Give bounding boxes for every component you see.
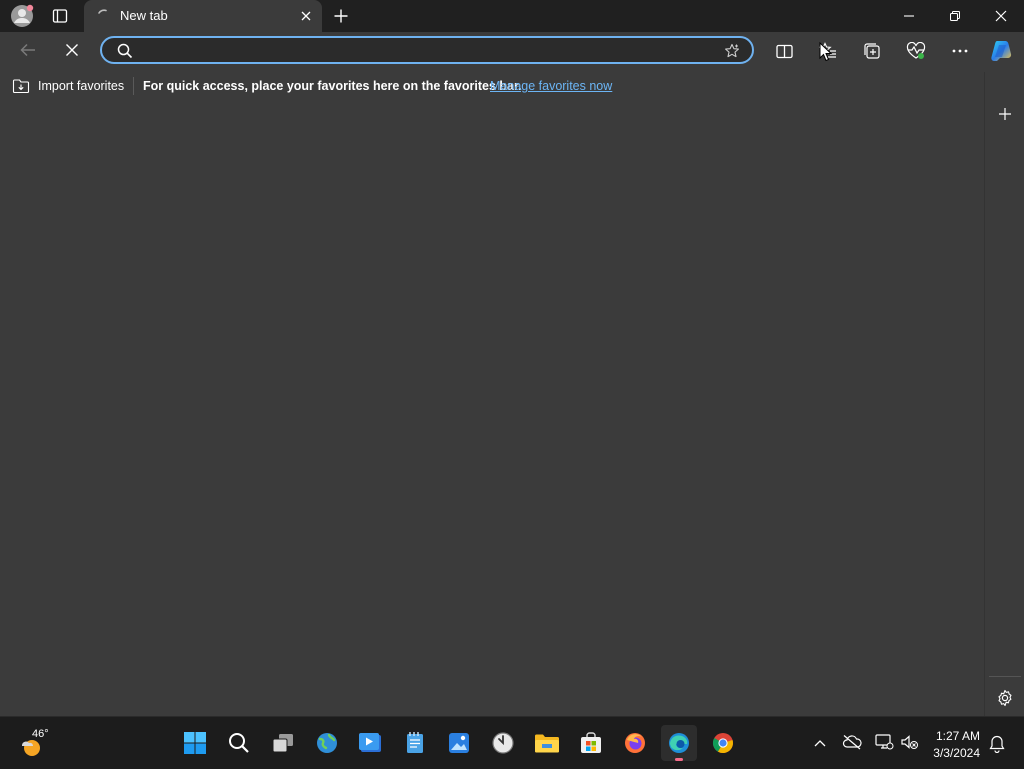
weather-widget[interactable]: 46° bbox=[14, 727, 54, 759]
weather-app-icon[interactable] bbox=[309, 725, 345, 761]
sidebar bbox=[984, 72, 1024, 716]
favorite-star-icon[interactable] bbox=[722, 42, 742, 60]
sidebar-add-icon[interactable] bbox=[993, 102, 1017, 126]
file-explorer-icon[interactable] bbox=[529, 725, 565, 761]
firefox-icon[interactable] bbox=[617, 725, 653, 761]
tab-new-tab[interactable]: New tab bbox=[84, 0, 322, 32]
favorites-bar-prompt: For quick access, place your favorites h… bbox=[143, 79, 522, 93]
new-tab-icon[interactable] bbox=[329, 4, 353, 28]
chrome-icon[interactable] bbox=[705, 725, 741, 761]
title-bar: New tab bbox=[0, 0, 1024, 32]
manage-favorites-link[interactable]: Manage favorites now bbox=[490, 79, 612, 93]
tab-actions-icon[interactable] bbox=[48, 4, 72, 28]
import-icon bbox=[12, 78, 30, 94]
mouse-cursor-icon bbox=[819, 42, 833, 62]
windows-start-icon[interactable] bbox=[177, 725, 213, 761]
microsoft-store-icon[interactable] bbox=[573, 725, 609, 761]
clock-time: 1:27 AM bbox=[935, 729, 980, 743]
weather-temp: 46° bbox=[32, 728, 49, 740]
address-input[interactable] bbox=[138, 41, 712, 61]
active-app-indicator bbox=[675, 758, 683, 761]
clock-date: 3/3/2024 bbox=[933, 746, 980, 760]
notifications-icon[interactable] bbox=[986, 733, 1008, 755]
minimize-icon[interactable] bbox=[892, 4, 926, 28]
edge-icon[interactable] bbox=[661, 725, 697, 761]
onedrive-offline-icon[interactable] bbox=[840, 731, 864, 753]
close-window-icon[interactable] bbox=[984, 4, 1018, 28]
more-icon[interactable] bbox=[948, 39, 972, 63]
split-screen-icon[interactable] bbox=[772, 39, 796, 63]
volume-muted-icon[interactable] bbox=[898, 731, 922, 753]
sidebar-settings-icon[interactable] bbox=[993, 686, 1017, 710]
clock-icon[interactable] bbox=[485, 725, 521, 761]
taskbar-search-icon[interactable] bbox=[221, 725, 257, 761]
loading-spinner-icon bbox=[96, 8, 112, 24]
task-view-icon[interactable] bbox=[265, 725, 301, 761]
favorites-divider bbox=[133, 77, 134, 95]
address-bar[interactable] bbox=[100, 36, 754, 64]
favorites-bar: Import favorites For quick access, place… bbox=[0, 72, 984, 100]
photos-icon[interactable] bbox=[441, 725, 477, 761]
import-favorites-label: Import favorites bbox=[38, 79, 125, 93]
close-tab-icon[interactable] bbox=[298, 8, 314, 24]
restore-icon[interactable] bbox=[938, 4, 972, 28]
notepad-icon[interactable] bbox=[397, 725, 433, 761]
stop-loading-icon[interactable] bbox=[60, 38, 84, 62]
sidebar-divider bbox=[989, 676, 1021, 677]
back-icon[interactable] bbox=[16, 38, 40, 62]
browser-essentials-icon[interactable] bbox=[904, 39, 928, 63]
collections-icon[interactable] bbox=[860, 39, 884, 63]
import-favorites-button[interactable]: Import favorites bbox=[8, 74, 128, 98]
media-player-icon[interactable] bbox=[353, 725, 389, 761]
network-icon[interactable] bbox=[872, 731, 896, 753]
profile-avatar-icon[interactable] bbox=[8, 3, 36, 29]
copilot-icon[interactable] bbox=[988, 38, 1016, 64]
taskbar: 46° 1:27 AM 3/3/2024 bbox=[0, 716, 1024, 769]
tab-title: New tab bbox=[120, 8, 168, 23]
search-icon bbox=[116, 42, 134, 60]
page-content bbox=[0, 100, 984, 716]
show-hidden-icons-icon[interactable] bbox=[810, 733, 830, 753]
